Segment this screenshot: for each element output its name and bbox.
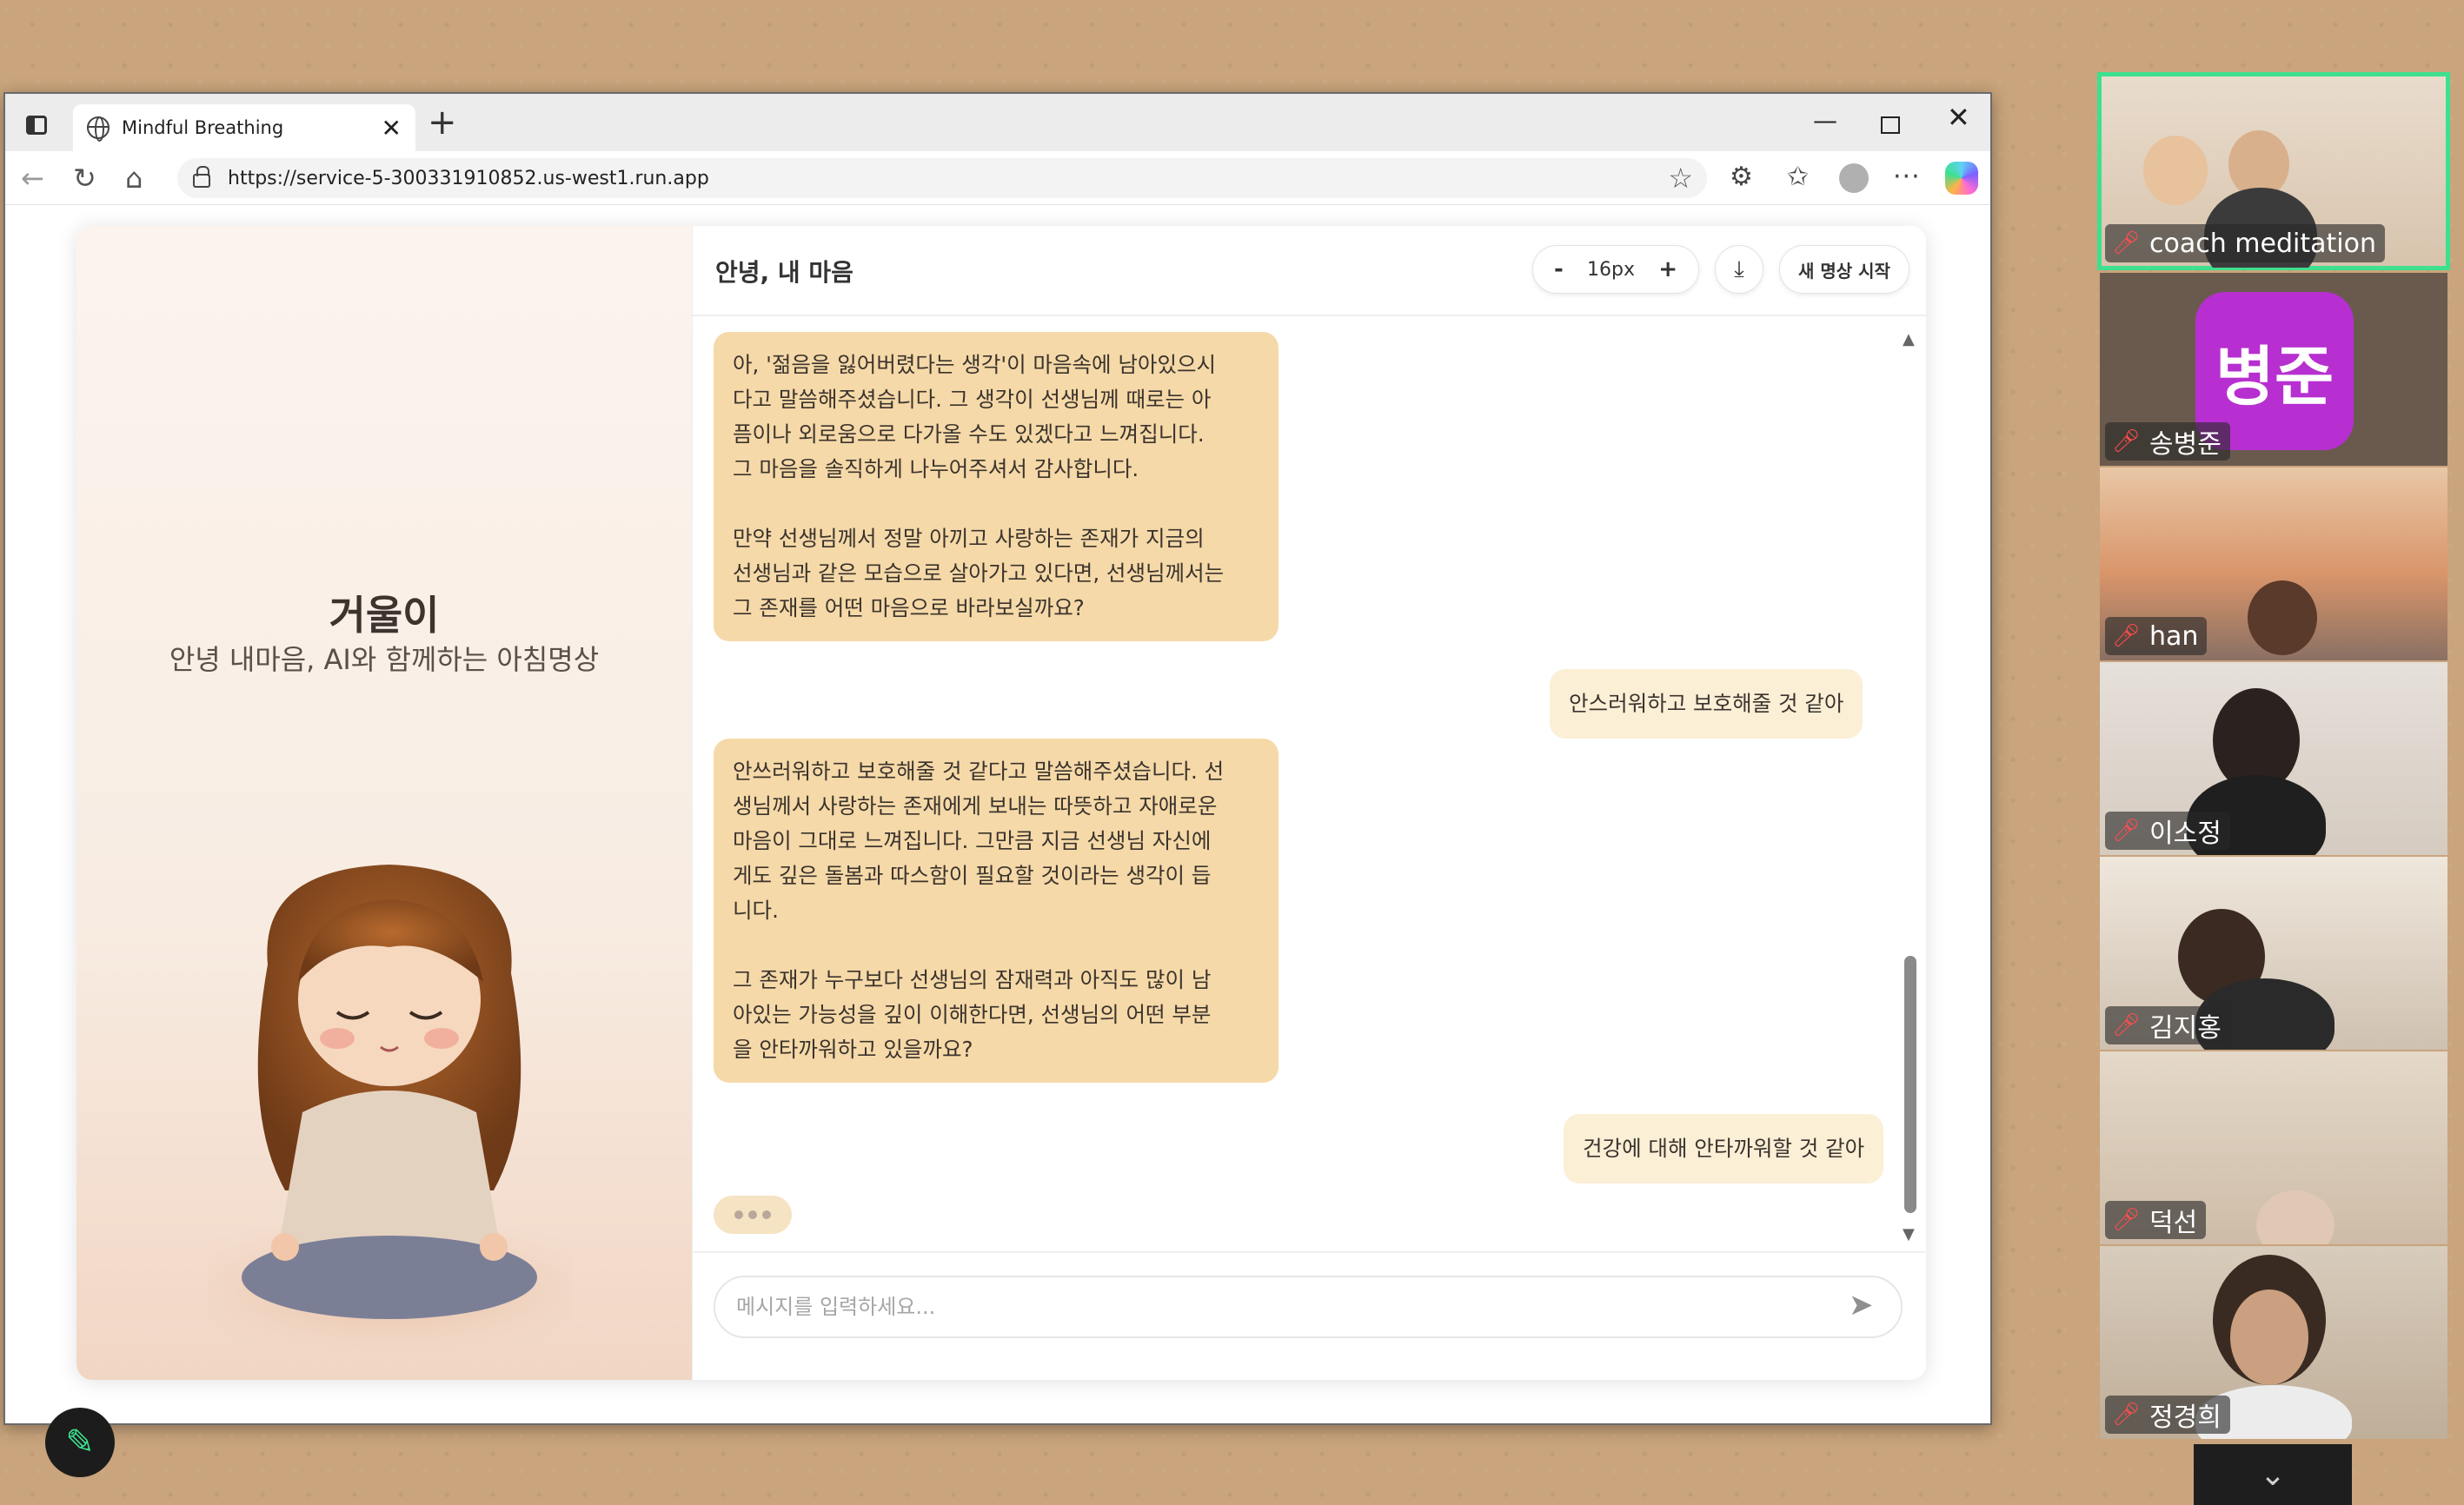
- address-bar[interactable]: https://service-5-300331910852.us-west1.…: [177, 158, 1707, 198]
- participant-name: 정경희: [2149, 1402, 2222, 1433]
- participant-video: [2256, 1190, 2334, 1244]
- participant-tile[interactable]: 병준 🎤︎ 송병준: [2100, 273, 2447, 466]
- font-increase-button[interactable]: +: [1658, 256, 1677, 282]
- name-tag: 🎤︎ coach meditation: [2105, 224, 2385, 262]
- muted-mic-icon: 🎤︎: [2112, 623, 2142, 649]
- reload-icon[interactable]: ↻: [73, 162, 96, 195]
- minimize-icon[interactable]: —: [1813, 106, 1837, 135]
- muted-mic-icon: 🎤︎: [2112, 818, 2142, 844]
- sidebar-toggle-icon[interactable]: [21, 109, 52, 141]
- message-list: 아, '젊음을 잃어버렸다는 생각'이 마음속에 남아있으시 다고 말씀해주셨습…: [693, 318, 1909, 1250]
- participant-name: han: [2149, 620, 2199, 652]
- participant-tile[interactable]: 🎤︎ 김지홍: [2100, 857, 2447, 1050]
- name-tag: 🎤︎ han: [2105, 617, 2208, 655]
- input-area: ➤: [693, 1251, 1926, 1380]
- extensions-icon[interactable]: ⚙: [1730, 162, 1753, 192]
- page-viewport: 거울이 안녕 내마음, AI와 함께하는 아침명상 안녕, 내 마음 - 16p…: [5, 205, 1990, 1423]
- name-tag: 🎤︎ 이소정: [2105, 812, 2230, 850]
- close-window-icon[interactable]: ✕: [1947, 101, 1970, 134]
- bot-message: 안쓰러워하고 보호해줄 것 같다고 말씀해주셨습니다. 선 생님께서 사랑하는 …: [714, 739, 1278, 1083]
- font-decrease-button[interactable]: -: [1554, 256, 1564, 282]
- bot-message: 아, '젊음을 잃어버렸다는 생각'이 마음속에 남아있으시 다고 말씀해주셨습…: [714, 332, 1278, 641]
- muted-mic-icon: 🎤︎: [2112, 1402, 2142, 1428]
- muted-mic-icon: 🎤︎: [2112, 1207, 2142, 1233]
- globe-icon: [87, 116, 110, 142]
- participant-video: [2143, 136, 2208, 205]
- user-message: 건강에 대해 안타까워할 것 같아: [1564, 1114, 1884, 1183]
- name-tag: 🎤︎ 송병준: [2105, 422, 2230, 461]
- scroll-up-arrow[interactable]: ▲: [1903, 330, 1915, 348]
- participant-name: 송병준: [2149, 429, 2222, 460]
- copilot-icon[interactable]: [1945, 162, 1978, 195]
- chat-title: 안녕, 내 마음: [715, 258, 853, 287]
- profile-avatar[interactable]: [1839, 163, 1869, 193]
- app-title: 거울이: [329, 592, 440, 639]
- close-tab-icon[interactable]: ✕: [382, 114, 402, 143]
- chevron-down-icon: ⌄: [2259, 1456, 2287, 1493]
- app-subtitle: 안녕 내마음, AI와 함께하는 아침명상: [169, 643, 600, 676]
- muted-mic-icon: 🎤︎: [2112, 230, 2142, 256]
- muted-mic-icon: 🎤︎: [2112, 1012, 2142, 1038]
- back-icon[interactable]: ←: [21, 162, 44, 195]
- favorite-star-icon[interactable]: ☆: [1668, 162, 1693, 195]
- name-tag: 🎤︎ 정경희: [2105, 1396, 2230, 1434]
- font-size-value: 16px: [1587, 258, 1635, 281]
- app-card: 거울이 안녕 내마음, AI와 함께하는 아침명상 안녕, 내 마음 - 16p…: [76, 226, 1926, 1380]
- more-menu-icon[interactable]: ···: [1893, 162, 1921, 192]
- meditating-girl-illustration: [207, 865, 572, 1356]
- participant-tile[interactable]: 🎤︎ coach meditation: [2097, 72, 2450, 270]
- participant-video: [2248, 580, 2317, 655]
- url-text[interactable]: https://service-5-300331910852.us-west1.…: [228, 168, 1668, 189]
- user-message: 안스러워하고 보호해줄 것 같아: [1550, 669, 1863, 739]
- participant-name: 이소정: [2149, 819, 2222, 849]
- new-session-button[interactable]: 새 명상 시작: [1779, 245, 1909, 294]
- chat-panel: 안녕, 내 마음 - 16px + ⤓ 새 명상 시작 아, '젊음을 잃어버렸…: [692, 226, 1926, 1380]
- participant-tile[interactable]: 🎤︎ 덕선: [2100, 1051, 2447, 1244]
- chat-header: 안녕, 내 마음 - 16px + ⤓ 새 명상 시작: [693, 226, 1926, 316]
- participant-name: 덕선: [2149, 1208, 2198, 1238]
- tab-title: Mindful Breathing: [122, 117, 284, 138]
- send-icon[interactable]: ➤: [1849, 1288, 1874, 1323]
- scroll-down-arrow[interactable]: ▼: [1903, 1225, 1915, 1243]
- annotate-pencil-button[interactable]: ✎: [45, 1408, 115, 1477]
- participant-tile[interactable]: 🎤︎ 이소정: [2100, 662, 2447, 855]
- home-icon[interactable]: ⌂: [125, 162, 143, 195]
- new-tab-icon[interactable]: +: [428, 103, 457, 143]
- browser-window: Mindful Breathing ✕ + — ✕ ← ↻ ⌂ https://…: [3, 92, 1992, 1425]
- muted-mic-icon: 🎤︎: [2112, 428, 2142, 454]
- maximize-icon[interactable]: [1881, 116, 1900, 134]
- typing-indicator: [714, 1196, 792, 1234]
- download-button[interactable]: ⤓: [1715, 245, 1763, 294]
- tab-mindful-breathing[interactable]: Mindful Breathing ✕: [73, 104, 415, 151]
- name-tag: 🎤︎ 덕선: [2105, 1201, 2207, 1239]
- address-bar-row: ← ↻ ⌂ https://service-5-300331910852.us-…: [5, 151, 1990, 205]
- message-input[interactable]: [714, 1276, 1903, 1338]
- pencil-icon: ✎: [65, 1422, 95, 1462]
- participant-name: coach meditation: [2149, 228, 2376, 259]
- scrollbar-thumb[interactable]: [1904, 956, 1916, 1213]
- favorites-icon[interactable]: ✩: [1787, 162, 1809, 192]
- name-tag: 🎤︎ 김지홍: [2105, 1006, 2230, 1044]
- lock-icon[interactable]: [193, 166, 210, 188]
- more-participants-button[interactable]: ⌄: [2194, 1444, 2352, 1505]
- font-size-control: - 16px +: [1532, 245, 1699, 294]
- download-icon: ⤓: [1734, 255, 1744, 282]
- participant-tile[interactable]: 🎤︎ 정경희: [2100, 1246, 2447, 1439]
- tab-bar: Mindful Breathing ✕ + — ✕: [5, 94, 1990, 151]
- illustration-panel: 거울이 안녕 내마음, AI와 함께하는 아침명상: [76, 226, 692, 1380]
- participant-name: 김지홍: [2149, 1013, 2222, 1044]
- participant-tile[interactable]: 🎤︎ han: [2100, 467, 2447, 660]
